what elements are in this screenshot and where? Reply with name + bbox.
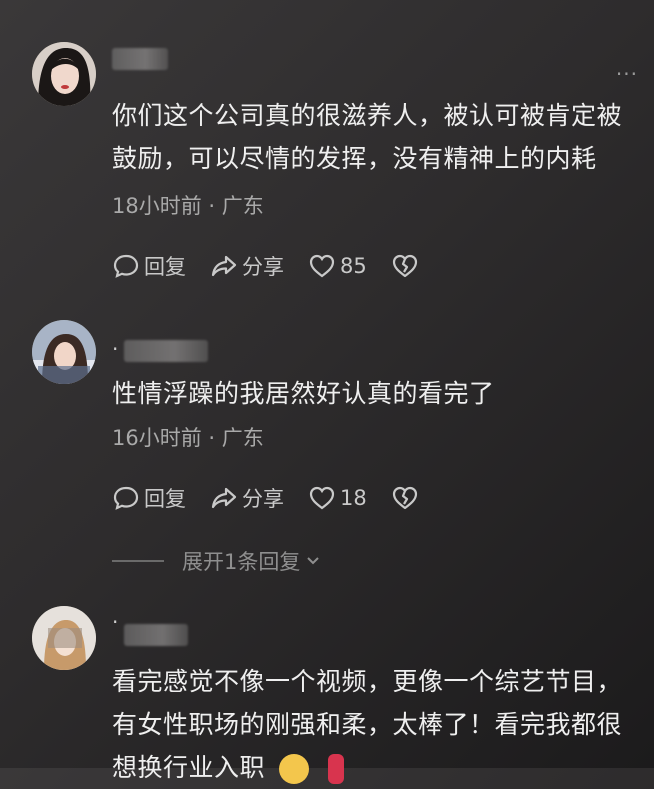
broken-heart-icon [392, 486, 417, 510]
avatar[interactable] [32, 42, 96, 106]
reply-icon [113, 254, 139, 278]
username-blurred [112, 48, 168, 70]
avatar[interactable] [32, 320, 96, 384]
heart-icon [309, 486, 335, 510]
share-button[interactable]: 分享 [210, 251, 284, 281]
comment-text: 你们这个公司真的很滋养人，被认可被肯定被 鼓励，可以尽情的发挥，没有精神上的内耗 [112, 94, 636, 180]
comment-actions: 回复 分享 18 [112, 483, 447, 513]
share-label: 分享 [242, 487, 284, 511]
crying-emoji-icon [279, 754, 310, 784]
share-button[interactable]: 分享 [210, 483, 284, 513]
dislike-button[interactable] [391, 252, 423, 280]
reply-label: 回复 [144, 255, 186, 279]
divider [112, 560, 164, 562]
chevron-down-icon [307, 557, 320, 565]
like-button[interactable]: 85 [308, 252, 367, 280]
reply-button[interactable]: 回复 [112, 251, 186, 281]
like-button[interactable]: 18 [308, 484, 367, 512]
share-label: 分享 [242, 255, 284, 279]
reply-icon [113, 486, 139, 510]
more-dots-icon[interactable]: ··· [616, 62, 638, 86]
like-count: 18 [340, 486, 367, 510]
comment-meta: 18小时前 · 广东 [112, 194, 264, 218]
comment-meta: 16小时前 · 广东 [112, 426, 264, 450]
reply-button[interactable]: 回复 [112, 483, 186, 513]
comment-line: 有女性职场的刚强和柔，太棒了！看完我都很 [112, 710, 623, 739]
username: · [112, 337, 119, 361]
username-blurred [124, 624, 188, 646]
comment-text: 看完感觉不像一个视频，更像一个综艺节目， 有女性职场的刚强和柔，太棒了！看完我都… [112, 660, 636, 789]
avatar[interactable] [32, 606, 96, 670]
username: · [112, 610, 119, 634]
share-icon [211, 255, 237, 277]
comment-line: 看完感觉不像一个视频，更像一个综艺节目， [112, 667, 623, 696]
expand-replies-button[interactable]: 展开1条回复 [112, 546, 322, 576]
expand-replies-label: 展开1条回复 [182, 550, 301, 574]
comment-line: 你们这个公司真的很滋养人，被认可被肯定被 [112, 101, 623, 130]
comment-line: 鼓励，可以尽情的发挥，没有精神上的内耗 [112, 144, 597, 173]
comment-actions: 回复 分享 85 [112, 251, 447, 281]
comment-line: 性情浮躁的我居然好认真的看完了 [112, 379, 495, 408]
dislike-button[interactable] [391, 484, 423, 512]
lipstick-emoji-icon [327, 754, 344, 784]
broken-heart-icon [392, 254, 417, 278]
comment-text: 性情浮躁的我居然好认真的看完了 [112, 372, 636, 415]
heart-icon [309, 254, 335, 278]
username-blurred [124, 340, 208, 362]
like-count: 85 [340, 254, 367, 278]
share-icon [211, 487, 237, 509]
reply-label: 回复 [144, 487, 186, 511]
